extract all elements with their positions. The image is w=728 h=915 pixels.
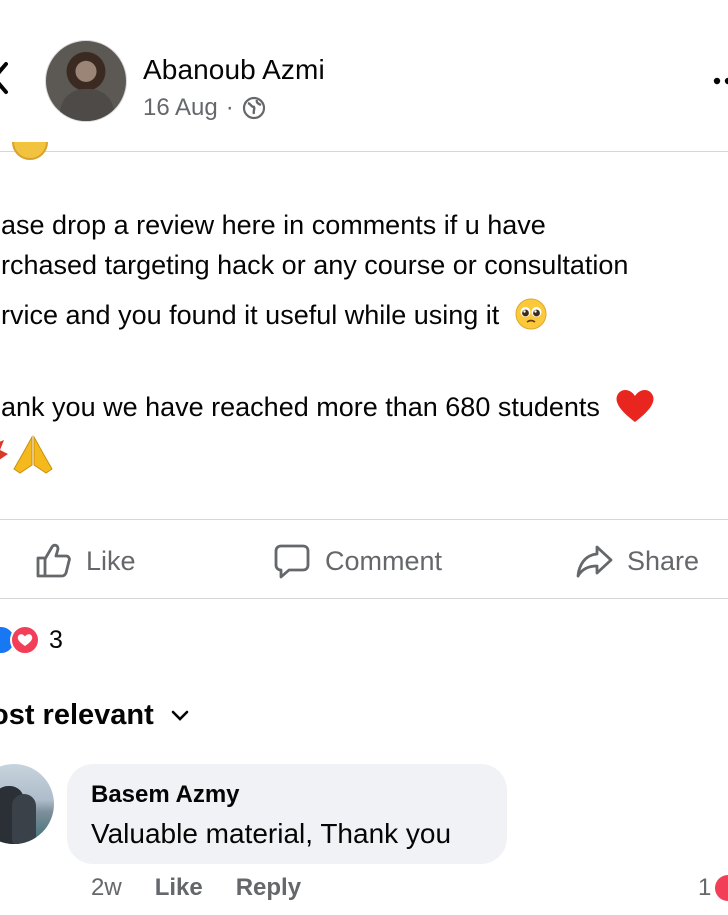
more-options-icon[interactable]	[712, 76, 728, 86]
thumbs-up-icon	[36, 543, 71, 578]
comment-like-button[interactable]: Like	[155, 874, 203, 902]
back-icon[interactable]	[0, 58, 10, 98]
folded-hands-emoji-icon	[13, 435, 53, 474]
share-icon	[576, 545, 613, 578]
share-button[interactable]: Share	[575, 542, 699, 580]
love-reaction-icon	[715, 875, 728, 901]
red-heart-emoji-icon	[616, 390, 654, 422]
comments-sort-dropdown[interactable]: ost relevant	[0, 699, 190, 732]
author-avatar[interactable]	[45, 40, 127, 122]
emoji-partial-red-icon	[0, 440, 8, 460]
comment-bubble[interactable]: Basem Azmy Valuable material, Thank you	[67, 764, 507, 864]
like-label: Like	[86, 545, 136, 576]
header-divider	[0, 151, 728, 152]
post-meta: 16 Aug ·	[143, 94, 266, 122]
post-text-line: urchased targeting hack or any course or…	[0, 250, 629, 280]
love-reaction-icon	[10, 625, 40, 655]
post-text-line-5: hank you we have reached more than 680 s…	[0, 388, 655, 424]
post-date[interactable]: 16 Aug	[143, 94, 218, 122]
comment-label: Comment	[325, 545, 443, 576]
comment-text: Valuable material, Thank you	[91, 818, 452, 849]
post-actions-bar: Like Comment Share	[0, 520, 728, 598]
post-header: Abanoub Azmi 16 Aug ·	[0, 0, 728, 152]
post-text: hank you we have reached more than 680 s…	[0, 392, 600, 422]
comment-reaction[interactable]: 1	[698, 874, 728, 902]
like-button[interactable]: Like	[34, 542, 136, 580]
comment-time[interactable]: 2w	[91, 874, 122, 902]
meta-separator: ·	[225, 94, 234, 121]
comment-reply-button[interactable]: Reply	[236, 874, 301, 902]
reaction-count: 3	[49, 625, 63, 654]
globe-icon	[242, 96, 265, 120]
post-author-name[interactable]: Abanoub Azmi	[143, 54, 325, 86]
actions-bottom-divider	[0, 598, 728, 599]
post-text: ervice and you found it useful while usi…	[0, 300, 500, 330]
pleading-face-emoji-icon	[515, 298, 547, 330]
emoji-partial-icon	[12, 142, 48, 160]
post-text-line: ease drop a review here in comments if u…	[0, 210, 546, 240]
share-label: Share	[627, 545, 700, 576]
chevron-down-icon	[171, 710, 189, 721]
comment-reaction-count: 1	[698, 874, 712, 901]
commenter-avatar[interactable]	[0, 764, 54, 844]
comment-button[interactable]: Comment	[273, 542, 442, 580]
commenter-name[interactable]: Basem Azmy	[91, 781, 240, 809]
sort-label: ost relevant	[0, 699, 154, 731]
reactions-summary[interactable]: 3	[0, 622, 63, 658]
comment-actions: 2w Like Reply	[91, 874, 301, 902]
comment-icon	[274, 544, 310, 579]
post-text-line-3: ervice and you found it useful while usi…	[0, 298, 547, 331]
